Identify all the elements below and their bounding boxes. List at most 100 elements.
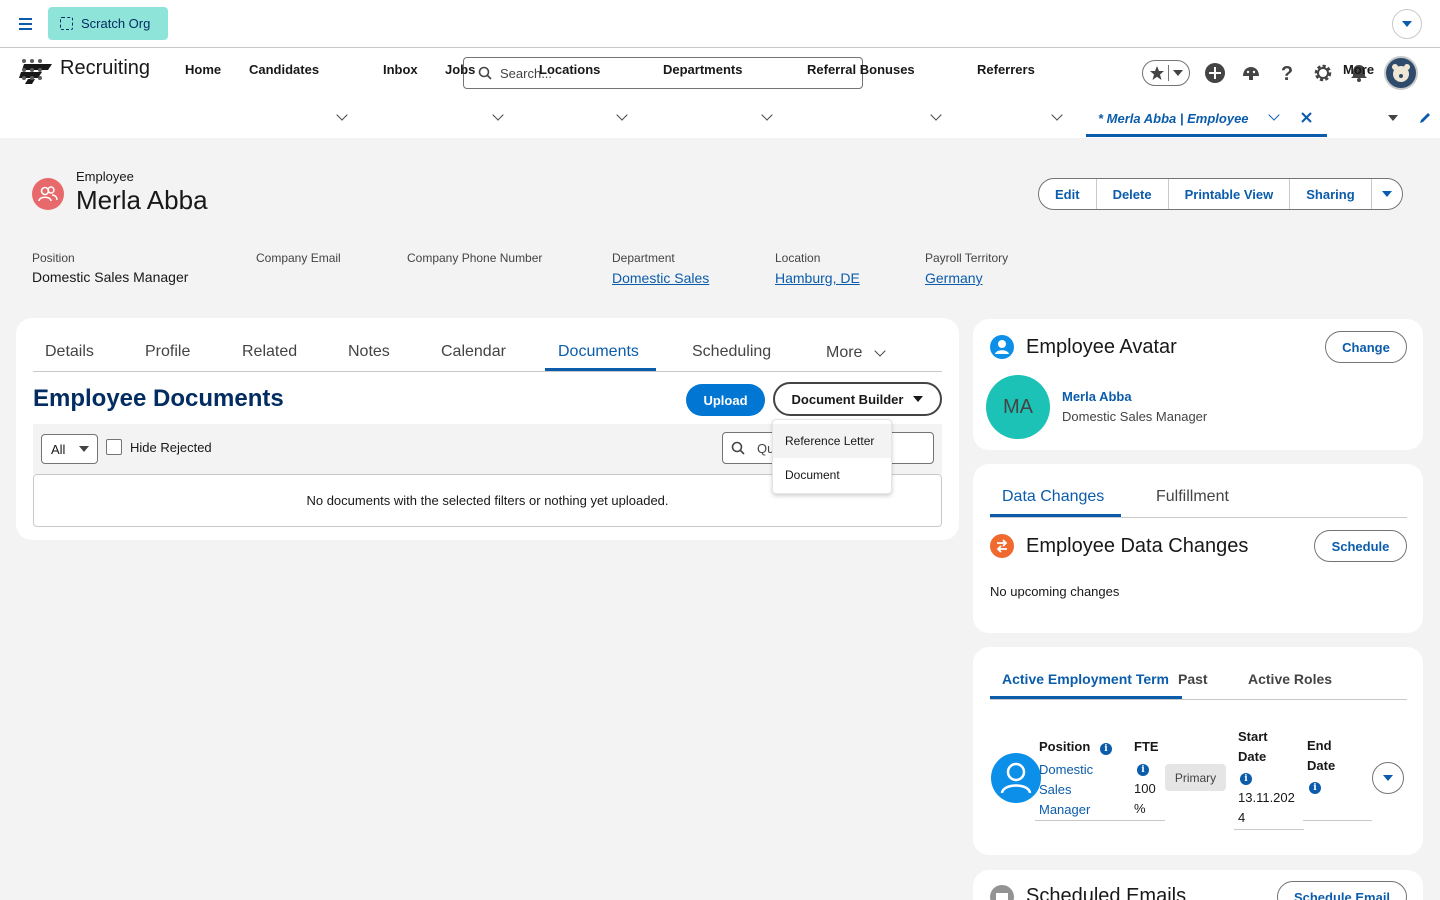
chevron-down-icon[interactable] xyxy=(874,345,886,357)
field-link-department[interactable]: Domestic Sales xyxy=(612,270,709,286)
nav-item-referrers[interactable]: Referrers xyxy=(977,62,1035,77)
tab-active-employment-term[interactable]: Active Employment Term xyxy=(1002,671,1169,687)
record-type: Employee xyxy=(76,169,134,184)
field-label-location: Location xyxy=(775,251,821,265)
caret-down-icon xyxy=(1402,21,1412,27)
sharing-button[interactable]: Sharing xyxy=(1290,179,1372,209)
upload-button[interactable]: Upload xyxy=(686,384,765,416)
more-actions-button[interactable] xyxy=(1372,179,1402,209)
active-tab-indicator xyxy=(990,514,1121,517)
employee-record-icon xyxy=(32,178,64,210)
app-launcher-icon[interactable] xyxy=(22,59,44,81)
position-avatar-icon xyxy=(991,753,1041,803)
fte-value: 100 % xyxy=(1134,781,1156,816)
printable-view-button[interactable]: Printable View xyxy=(1169,179,1291,209)
nav-more[interactable]: More xyxy=(1343,62,1374,77)
divider xyxy=(1303,820,1372,821)
menu-item-document[interactable]: Document xyxy=(773,458,891,492)
record-actions: Edit Delete Printable View Sharing xyxy=(1038,178,1403,210)
schedule-button[interactable]: Schedule xyxy=(1314,530,1407,562)
nav-item-referral-bonuses[interactable]: Referral Bonuses xyxy=(807,62,915,77)
nav-item-home[interactable]: Home xyxy=(185,62,221,77)
position-value-link[interactable]: Domestic Sales Manager xyxy=(1039,760,1093,820)
add-icon[interactable] xyxy=(1204,62,1226,84)
info-icon[interactable]: i xyxy=(1309,782,1321,794)
tab-documents[interactable]: Documents xyxy=(558,343,639,361)
active-tab-label: * Merla Abba | Employee xyxy=(1098,111,1249,126)
info-icon[interactable]: i xyxy=(1240,773,1252,785)
info-icon[interactable]: i xyxy=(1137,764,1149,776)
tab-past[interactable]: Past xyxy=(1178,671,1208,687)
gear-icon[interactable] xyxy=(1312,62,1334,84)
menu-icon[interactable] xyxy=(14,14,36,34)
close-icon[interactable] xyxy=(1300,111,1313,124)
tab-fulfillment[interactable]: Fulfillment xyxy=(1156,488,1229,506)
tab-scheduling[interactable]: Scheduling xyxy=(692,343,771,361)
tab-data-changes[interactable]: Data Changes xyxy=(1002,488,1104,506)
nav-item-jobs[interactable]: Jobs xyxy=(445,62,475,77)
field-label-payroll-territory: Payroll Territory xyxy=(925,251,1009,265)
help-icon[interactable]: ? xyxy=(1276,62,1298,84)
active-tab-indicator xyxy=(990,696,1182,699)
top-bar: Scratch Org xyxy=(0,0,1440,48)
tab-merla-abba-employee[interactable]: * Merla Abba | Employee xyxy=(1086,100,1327,137)
scheduled-emails-title: Scheduled Emails xyxy=(1026,885,1187,900)
field-value-position: Domestic Sales Manager xyxy=(32,269,189,285)
document-builder-menu: Reference Letter Document xyxy=(772,419,892,494)
favorites-button[interactable] xyxy=(1142,60,1190,86)
document-builder-button[interactable]: Document Builder xyxy=(773,382,942,416)
tab-more[interactable]: More xyxy=(826,344,862,362)
swap-arrows-icon xyxy=(990,534,1014,558)
tab-profile[interactable]: Profile xyxy=(145,343,190,361)
tab-calendar[interactable]: Calendar xyxy=(441,343,506,361)
primary-badge: Primary xyxy=(1165,764,1226,791)
start-date-value: 13.11.202 4 xyxy=(1238,790,1295,825)
employment-actions-button[interactable] xyxy=(1372,762,1404,794)
start-date-header: Start Date xyxy=(1238,729,1268,764)
tab-active-roles[interactable]: Active Roles xyxy=(1248,671,1332,687)
caret-down-icon[interactable] xyxy=(1388,115,1398,121)
edit-button[interactable]: Edit xyxy=(1039,179,1097,209)
data-changes-tabs: Data Changes Fulfillment xyxy=(990,480,1407,518)
header-icons: ? xyxy=(1142,56,1418,90)
scratch-org-badge[interactable]: Scratch Org xyxy=(48,7,168,40)
svg-text:?: ? xyxy=(1281,63,1293,84)
filter-select-value: All xyxy=(51,441,66,457)
menu-item-reference-letter[interactable]: Reference Letter xyxy=(773,424,891,458)
record-tabs: Details Profile Related Notes Calendar D… xyxy=(33,333,942,372)
tab-details[interactable]: Details xyxy=(45,343,94,361)
nav-item-departments[interactable]: Departments xyxy=(663,62,742,77)
fte-header: FTE xyxy=(1134,739,1159,754)
hide-rejected-checkbox[interactable] xyxy=(106,439,122,455)
employee-name-link[interactable]: Merla Abba xyxy=(1062,389,1132,404)
nav-item-locations[interactable]: Locations xyxy=(539,62,600,77)
field-link-location[interactable]: Hamburg, DE xyxy=(775,270,860,286)
top-dropdown-button[interactable] xyxy=(1392,9,1422,39)
employee-data-changes-title: Employee Data Changes xyxy=(1026,535,1249,557)
app-name: Recruiting xyxy=(60,57,151,79)
info-icon[interactable]: i xyxy=(1099,743,1112,755)
field-label-company-phone: Company Phone Number xyxy=(407,251,543,265)
nav-item-candidates[interactable]: Candidates xyxy=(249,62,319,77)
caret-down-icon xyxy=(1173,70,1184,76)
active-tab-indicator xyxy=(545,368,656,371)
change-avatar-button[interactable]: Change xyxy=(1325,331,1407,363)
employee-initials-avatar: MA xyxy=(986,375,1050,439)
trailhead-icon[interactable] xyxy=(1240,62,1262,84)
position-header: Position i xyxy=(1039,737,1112,757)
nav-item-inbox[interactable]: Inbox xyxy=(383,62,418,77)
document-builder-label: Document Builder xyxy=(791,391,904,407)
delete-button[interactable]: Delete xyxy=(1097,179,1169,209)
divider xyxy=(1234,829,1304,830)
filter-select[interactable]: All xyxy=(41,434,98,464)
caret-down-icon xyxy=(1381,191,1392,197)
edit-pencil-icon[interactable] xyxy=(1418,111,1432,125)
schedule-email-button[interactable]: Schedule Email xyxy=(1277,881,1407,900)
tab-related[interactable]: Related xyxy=(242,343,297,361)
user-avatar[interactable] xyxy=(1384,56,1418,90)
empty-state-text: No documents with the selected filters o… xyxy=(306,493,669,508)
caret-down-icon xyxy=(913,396,924,402)
tab-notes[interactable]: Notes xyxy=(348,343,390,361)
search-icon xyxy=(478,66,492,80)
field-link-payroll-territory[interactable]: Germany xyxy=(925,270,983,286)
